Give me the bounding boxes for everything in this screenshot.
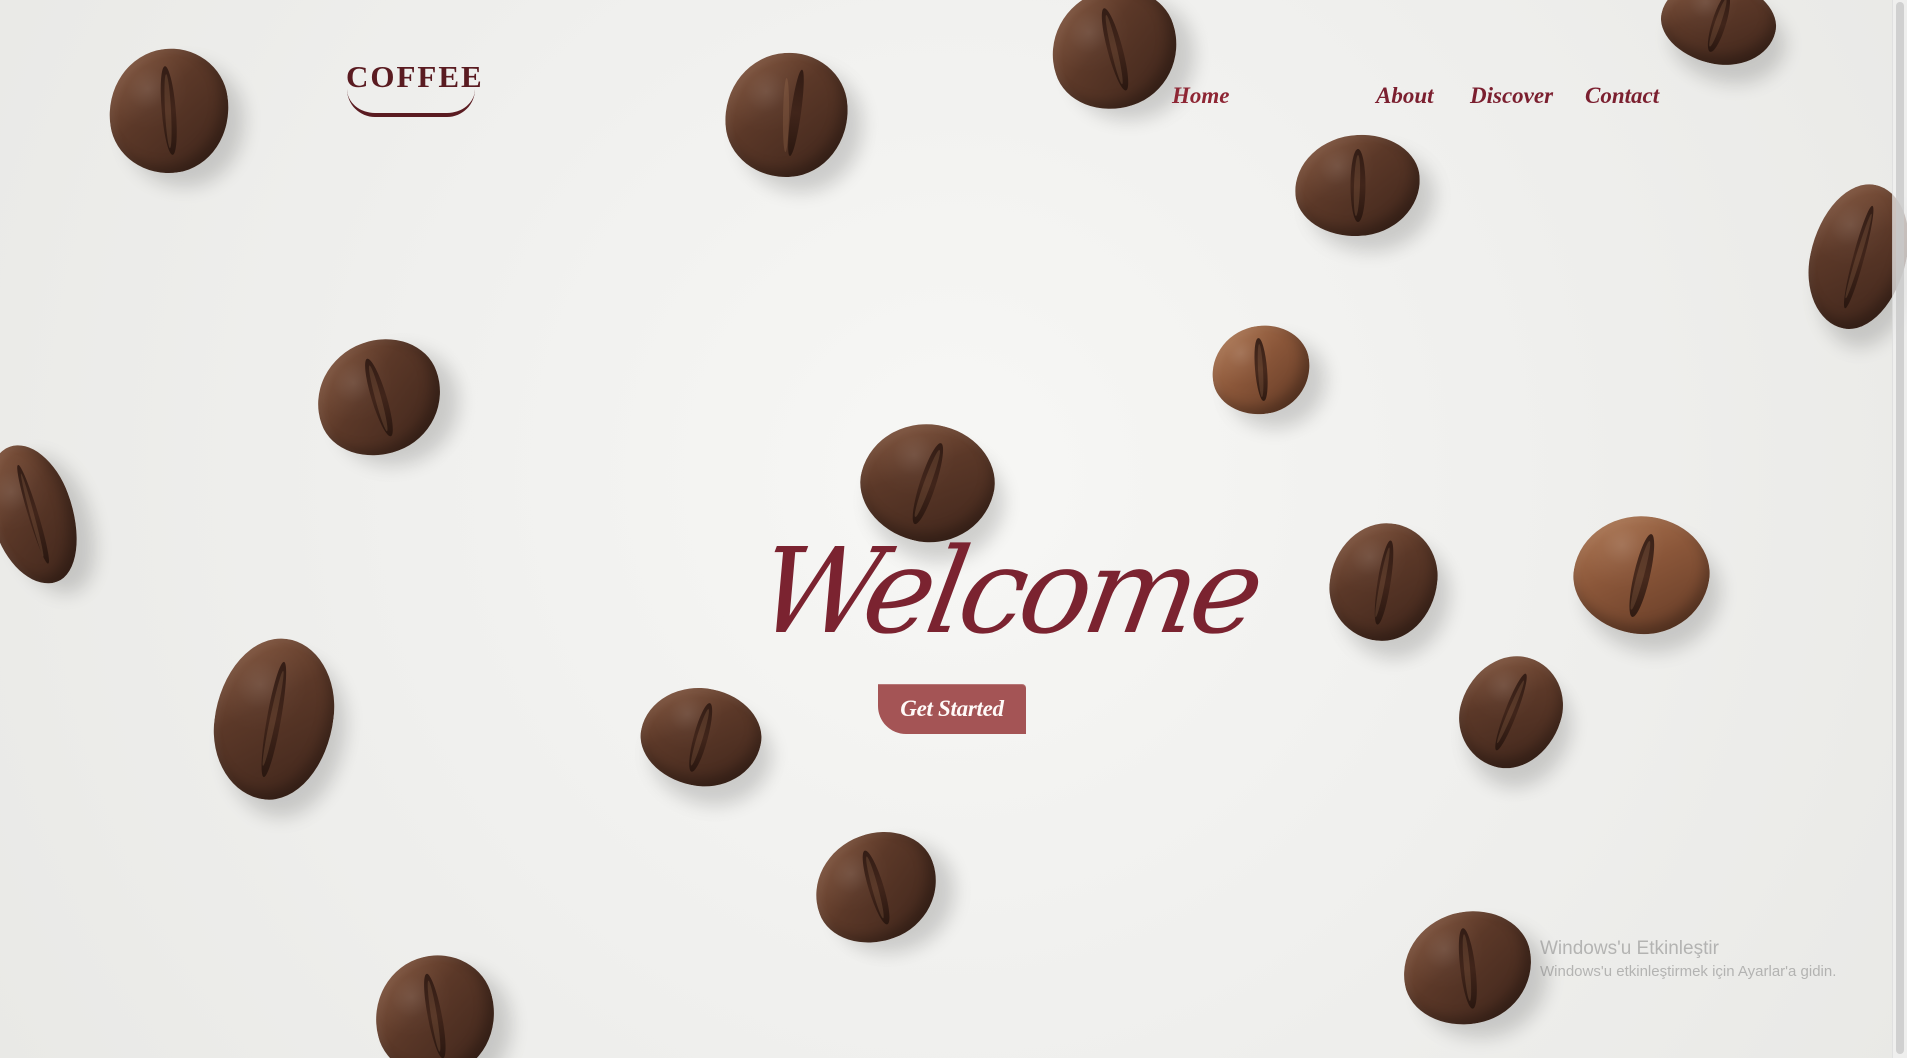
coffee-bean-icon	[300, 322, 458, 473]
coffee-bean-icon	[720, 48, 853, 182]
coffee-bean-icon	[100, 41, 238, 181]
coffee-bean-icon	[1206, 319, 1316, 421]
coffee-bean-icon	[1394, 901, 1541, 1035]
coffee-landing-page: COFFEE Home About Discover Contact Welco…	[0, 0, 1907, 1058]
logo-swoosh-icon	[347, 89, 475, 117]
nav-discover-link[interactable]: Discover	[1470, 83, 1553, 109]
main-navigation: Home About Discover Contact	[1168, 83, 1688, 123]
nav-contact-link[interactable]: Contact	[1585, 83, 1659, 109]
coffee-bean-icon	[205, 631, 343, 807]
coffee-bean-icon	[1796, 174, 1907, 339]
coffee-bean-icon	[1324, 517, 1443, 647]
nav-home-link[interactable]: Home	[1172, 83, 1230, 109]
hero-section: Welcome Get Started	[748, 522, 1268, 752]
brand-logo-text: COFFEE	[346, 59, 484, 94]
brand-logo[interactable]: COFFEE	[346, 59, 484, 117]
coffee-bean-icon	[1292, 131, 1423, 240]
coffee-bean-icon	[632, 676, 770, 798]
get-started-button[interactable]: Get Started	[878, 684, 1026, 734]
scrollbar-thumb[interactable]	[1896, 2, 1904, 1054]
welcome-title: Welcome	[747, 522, 1269, 660]
vertical-scrollbar[interactable]	[1892, 0, 1907, 1058]
coffee-bean-icon	[1652, 0, 1785, 77]
coffee-bean-icon	[0, 433, 96, 596]
windows-activation-notice: Windows'u Etkinleştir Windows'u etkinleş…	[1540, 938, 1837, 980]
coffee-bean-icon	[799, 816, 953, 959]
activation-subtitle: Windows'u etkinleştirmek için Ayarlar'a …	[1540, 962, 1837, 980]
coffee-bean-icon	[1445, 642, 1577, 782]
activation-title: Windows'u Etkinleştir	[1540, 938, 1719, 959]
nav-about-link[interactable]: About	[1376, 83, 1434, 109]
coffee-bean-icon	[362, 943, 508, 1058]
coffee-bean-icon	[1564, 505, 1719, 645]
